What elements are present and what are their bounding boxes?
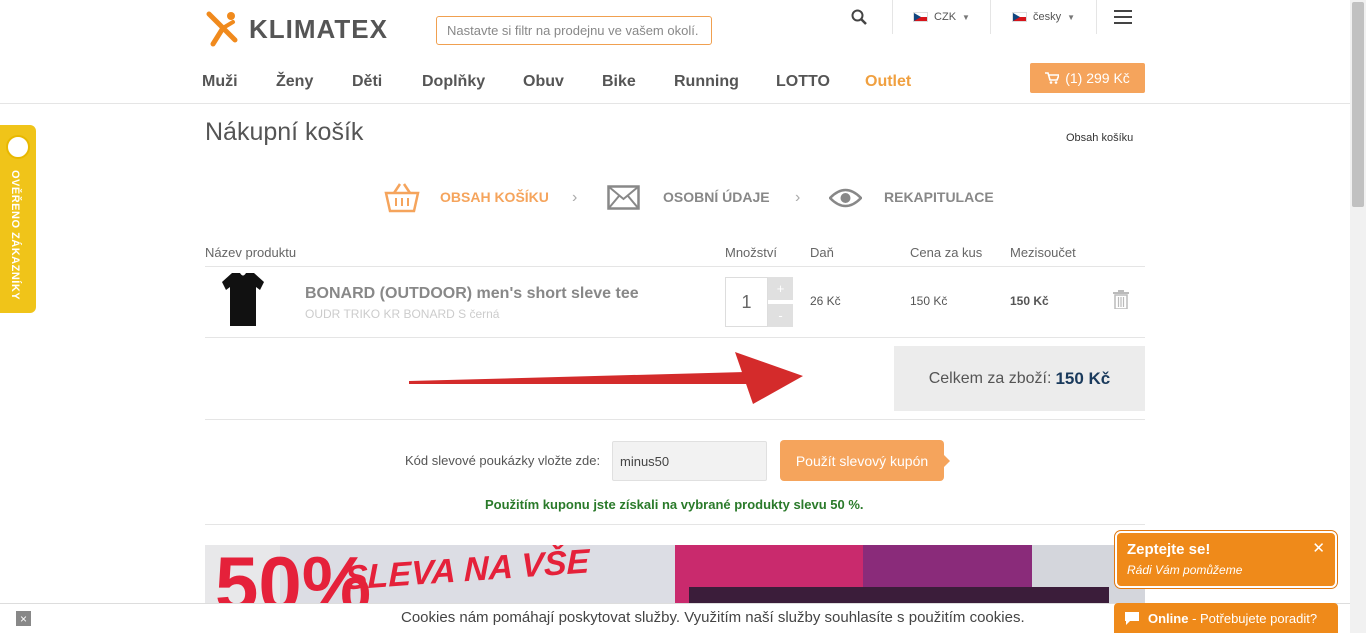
search-icon (851, 9, 867, 25)
nav-item-running[interactable]: Running (674, 73, 739, 91)
close-icon[interactable]: ✕ (1312, 539, 1325, 557)
basket-icon (384, 183, 420, 213)
section-divider (205, 419, 1145, 420)
quantity-minus-button[interactable]: - (768, 304, 793, 327)
chat-subtitle: Rádi Vám pomůžeme (1127, 563, 1243, 577)
nav-item-bike[interactable]: Bike (602, 73, 636, 91)
chevron-down-icon: ▼ (1067, 12, 1076, 22)
red-arrow-annotation (409, 352, 803, 404)
cart-button[interactable]: (1) 299 Kč (1030, 63, 1145, 93)
search-button[interactable] (826, 0, 893, 34)
nav-item-deti[interactable]: Děti (352, 73, 382, 91)
quantity-input[interactable]: 1 (725, 277, 768, 327)
eye-icon (829, 188, 862, 208)
column-header-product: Název produktu (205, 245, 297, 260)
chat-online-text: - Potřebujete poradit? (1188, 610, 1318, 626)
nav-item-outlet[interactable]: Outlet (865, 73, 911, 91)
cart-label: (1) 299 Kč (1065, 70, 1130, 86)
banner-text: SLEVA NA VŠE (345, 545, 590, 598)
product-name-link[interactable]: BONARD (OUTDOOR) men's short sleve tee (305, 285, 639, 303)
chevron-down-icon: ▼ (962, 12, 970, 22)
cookie-message: Cookies nám pomáhají poskytovat služby. … (401, 609, 1025, 626)
envelope-icon (607, 185, 640, 210)
column-header-quantity: Množství (725, 245, 778, 260)
chat-bubble-icon (1125, 611, 1139, 625)
klimatex-logo[interactable]: KLIMATEX (205, 8, 390, 50)
cookie-close-button[interactable]: × (16, 611, 31, 626)
language-label: česky (1032, 11, 1062, 23)
verified-badge-label: OVĚŘENO ZÁKAZNÍKY (9, 170, 21, 301)
nav-item-obuv[interactable]: Obuv (523, 73, 564, 91)
quantity-plus-button[interactable]: + (768, 277, 793, 300)
step-personal-info[interactable]: OSOBNÍ ÚDAJE (663, 189, 770, 205)
logo-text: KLIMATEX (249, 13, 388, 44)
trash-icon[interactable] (1113, 290, 1129, 309)
column-header-tax: Daň (810, 245, 834, 260)
step-summary[interactable]: REKAPITULACE (884, 189, 994, 205)
product-tax: 26 Kč (810, 294, 841, 308)
seal-icon (6, 135, 30, 159)
step-cart-contents[interactable]: OBSAH KOŠÍKU (440, 189, 549, 205)
promo-banner[interactable]: 50% SLEVA NA VŠE (205, 545, 1145, 605)
nav-item-muzi[interactable]: Muži (202, 73, 238, 91)
scrollbar-thumb[interactable] (1352, 2, 1364, 207)
table-divider (205, 337, 1145, 338)
apply-coupon-button[interactable]: Použít slevový kupón (780, 440, 950, 481)
header-divider (0, 103, 1350, 104)
section-divider (205, 524, 1145, 525)
table-divider (205, 266, 1145, 267)
product-image[interactable] (218, 270, 268, 328)
menu-button[interactable] (1097, 0, 1149, 34)
page-title: Nákupní košík (205, 118, 364, 146)
chat-title: Zeptejte se! (1127, 541, 1211, 558)
currency-select[interactable]: CZK ▼ (893, 0, 991, 34)
breadcrumb: Obsah košíku (1066, 132, 1134, 144)
chat-online-label: Online (1148, 610, 1189, 626)
chat-online-button[interactable]: Online - Potřebujete poradit? (1114, 603, 1338, 633)
chat-invite[interactable]: Zeptejte se! Rádi Vám pomůžeme ✕ (1115, 531, 1337, 588)
nav-item-zeny[interactable]: Ženy (276, 73, 313, 91)
coupon-success-message: Použitím kuponu jste získali na vybrané … (485, 497, 864, 512)
chevron-right-icon: › (572, 189, 578, 206)
product-variant: OUDR TRIKO KR BONARD S černá (305, 307, 500, 321)
store-filter-input[interactable]: Nastavte si filtr na prodejnu ve vašem o… (436, 16, 712, 45)
chevron-right-icon: › (795, 189, 801, 206)
nav-item-doplnky[interactable]: Doplňky (422, 73, 485, 91)
product-subtotal: 150 Kč (1010, 294, 1049, 308)
language-select[interactable]: česky ▼ (991, 0, 1097, 34)
czech-flag-icon (913, 12, 929, 22)
logo-icon (206, 11, 238, 47)
cart-total: Celkem za zboží: 150 Kč (894, 346, 1145, 411)
czech-flag-icon (1011, 12, 1027, 22)
coupon-code-input[interactable] (612, 441, 767, 481)
verified-badge[interactable]: OVĚŘENO ZÁKAZNÍKY (0, 125, 36, 313)
currency-label: CZK (934, 11, 957, 23)
coupon-label: Kód slevové poukázky vložte zde: (405, 453, 601, 468)
product-unit-price: 150 Kč (910, 294, 948, 308)
nav-item-lotto[interactable]: LOTTO (776, 73, 830, 91)
column-header-subtotal: Mezisoučet (1010, 245, 1076, 260)
cart-icon (1045, 72, 1060, 84)
cart-total-label: Celkem za zboží: (928, 369, 1052, 387)
cart-total-value: 150 Kč (1055, 368, 1111, 388)
hamburger-icon (1114, 10, 1132, 24)
column-header-unit-price: Cena za kus (910, 245, 983, 260)
